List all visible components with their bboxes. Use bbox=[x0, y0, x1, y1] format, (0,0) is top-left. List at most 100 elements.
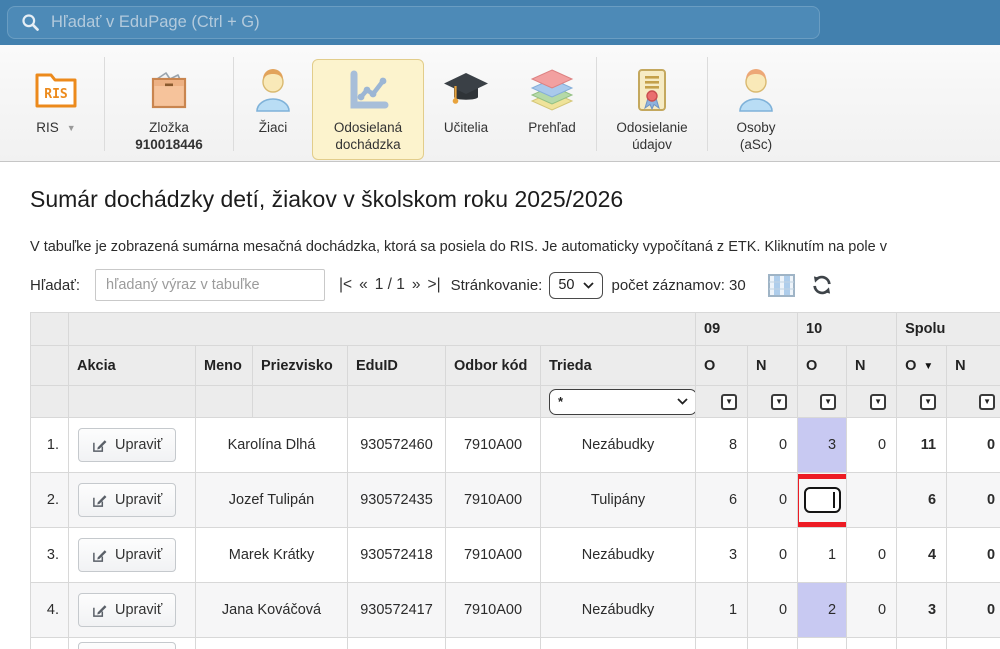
column-header-odbor[interactable]: Odbor kód bbox=[446, 346, 541, 386]
total-cell-o[interactable]: 3 bbox=[897, 583, 947, 638]
column-header-10-n[interactable]: N bbox=[847, 346, 897, 386]
total-cell-o[interactable]: 6 bbox=[897, 473, 947, 528]
toolbar-item-osoby-asc[interactable]: Osoby (aSc) bbox=[708, 59, 804, 160]
refresh-icon[interactable] bbox=[811, 274, 833, 296]
total-cell-o[interactable]: 4 bbox=[897, 528, 947, 583]
toolbar-label-prehlad: Prehľad bbox=[528, 119, 575, 136]
attendance-cell-10-o-editing[interactable] bbox=[798, 473, 847, 528]
attendance-cell-09-n[interactable]: 0 bbox=[748, 583, 798, 638]
filter-button[interactable]: ▼ bbox=[920, 394, 936, 410]
total-cell-n[interactable]: 0 bbox=[947, 528, 1000, 583]
attendance-cell-09-o[interactable]: 1 bbox=[696, 583, 748, 638]
toolbar-label-udajov: údajov bbox=[632, 136, 672, 153]
page-size-value: 50 bbox=[558, 277, 574, 293]
column-header-spolu-n[interactable]: N bbox=[947, 346, 1000, 386]
attendance-cell-09-n[interactable]: 0 bbox=[748, 418, 798, 473]
column-header-meno[interactable]: Meno bbox=[196, 346, 253, 386]
attendance-cell-10-o[interactable]: 2 bbox=[798, 583, 847, 638]
edit-icon bbox=[92, 603, 107, 618]
cell-akcia: Upraviť bbox=[69, 638, 196, 649]
paging-label: Stránkovanie: bbox=[451, 277, 543, 294]
attendance-cell-09-o[interactable]: 3 bbox=[696, 528, 748, 583]
toolbar-item-odosielana-dochadzka[interactable]: Odosielaná dochádzka bbox=[312, 59, 424, 160]
edit-button[interactable]: Upraviť bbox=[78, 642, 176, 649]
attendance-cell-10-o[interactable]: 3 bbox=[798, 418, 847, 473]
page-description: V tabuľke je zobrazená sumárna mesačná d… bbox=[30, 239, 1000, 255]
certificate-icon bbox=[628, 66, 676, 114]
cell-eduid: 930572435 bbox=[348, 473, 446, 528]
column-header-akcia[interactable]: Akcia bbox=[69, 346, 196, 386]
cell-eduid bbox=[348, 638, 446, 649]
cell-name: Marek Krátky bbox=[196, 528, 348, 583]
attendance-cell-10-n[interactable]: 0 bbox=[847, 583, 897, 638]
total-cell-o[interactable]: 11 bbox=[897, 418, 947, 473]
toolbar-item-ucitelia[interactable]: Učitelia bbox=[424, 59, 508, 143]
search-icon bbox=[21, 13, 40, 32]
class-filter-value: * bbox=[558, 394, 563, 409]
edit-button[interactable]: Upraviť bbox=[78, 593, 176, 627]
filter-button[interactable]: ▼ bbox=[870, 394, 886, 410]
toolbar-item-odosielanie-udajov[interactable]: Odosielanie údajov bbox=[597, 59, 707, 160]
edit-button[interactable]: Upraviť bbox=[78, 538, 176, 572]
toolbar-item-zlozka[interactable]: Zložka 910018446 bbox=[105, 59, 233, 160]
attendance-cell-09-o bbox=[696, 638, 748, 649]
attendance-cell-10-o[interactable]: 1 bbox=[798, 528, 847, 583]
class-filter-select[interactable]: * bbox=[549, 389, 696, 415]
cell-akcia: Upraviť bbox=[69, 473, 196, 528]
cell-odbor bbox=[446, 638, 541, 649]
table-search-input[interactable] bbox=[95, 269, 325, 301]
pagination-status: 1 / 1 bbox=[375, 276, 405, 294]
edit-button[interactable]: Upraviť bbox=[78, 428, 176, 462]
attendance-cell-10-n[interactable]: 0 bbox=[847, 528, 897, 583]
page-size-select[interactable]: 50 bbox=[549, 272, 603, 299]
filter-button[interactable]: ▼ bbox=[979, 394, 995, 410]
pagination-last-button[interactable]: >| bbox=[428, 276, 441, 294]
column-header-09-o[interactable]: O bbox=[696, 346, 748, 386]
total-cell-n bbox=[947, 638, 1000, 649]
total-cell-n[interactable]: 0 bbox=[947, 473, 1000, 528]
global-search-bar[interactable] bbox=[7, 6, 820, 39]
column-header-trieda[interactable]: Trieda bbox=[541, 346, 696, 386]
toolbar-label-zlozka: Zložka bbox=[149, 119, 189, 136]
filter-09-o: ▼ bbox=[696, 386, 748, 418]
edit-button[interactable]: Upraviť bbox=[78, 483, 176, 517]
filter-10-o: ▼ bbox=[798, 386, 847, 418]
filter-button[interactable]: ▼ bbox=[820, 394, 836, 410]
group-header-09: 09 bbox=[696, 313, 798, 346]
cell-name: Karolína Dlhá bbox=[196, 418, 348, 473]
column-header-10-o[interactable]: O bbox=[798, 346, 847, 386]
row-number: 4. bbox=[31, 583, 69, 638]
filter-button[interactable]: ▼ bbox=[771, 394, 787, 410]
toolbar-item-ris[interactable]: RIS RIS▼ bbox=[8, 59, 104, 144]
column-settings-icon[interactable] bbox=[768, 274, 795, 297]
attendance-cell-09-o[interactable]: 6 bbox=[696, 473, 748, 528]
filter-triangle-icon: ▼ bbox=[874, 398, 882, 406]
column-header-09-n[interactable]: N bbox=[748, 346, 798, 386]
attendance-cell-09-o[interactable]: 8 bbox=[696, 418, 748, 473]
attendance-cell-10-n[interactable]: 0 bbox=[847, 418, 897, 473]
toolbar-item-ziaci[interactable]: Žiaci bbox=[234, 59, 312, 143]
attendance-cell-10-n[interactable] bbox=[847, 473, 897, 528]
column-header-eduid[interactable]: EduID bbox=[348, 346, 446, 386]
attendance-cell-09-n[interactable]: 0 bbox=[748, 528, 798, 583]
pagination-next-button[interactable]: » bbox=[412, 276, 421, 294]
spolu-o-label: O bbox=[905, 358, 916, 374]
attendance-input[interactable] bbox=[804, 487, 841, 513]
total-cell-n[interactable]: 0 bbox=[947, 418, 1000, 473]
page-title: Sumár dochádzky detí, žiakov v školskom … bbox=[30, 186, 623, 213]
pagination-first-button[interactable]: |< bbox=[339, 276, 352, 294]
cell-trieda bbox=[541, 638, 696, 649]
column-header-spolu-o[interactable]: O▼ bbox=[897, 346, 947, 386]
attendance-cell-09-n[interactable]: 0 bbox=[748, 473, 798, 528]
toolbar-item-prehlad[interactable]: Prehľad bbox=[508, 59, 596, 143]
pagination-prev-button[interactable]: « bbox=[359, 276, 368, 294]
total-cell-n[interactable]: 0 bbox=[947, 583, 1000, 638]
cell-odbor: 7910A00 bbox=[446, 583, 541, 638]
filter-button[interactable]: ▼ bbox=[721, 394, 737, 410]
global-search-input[interactable] bbox=[51, 13, 819, 32]
chevron-down-icon[interactable]: ▼ bbox=[67, 120, 76, 137]
table-row-partial: Upraviť bbox=[31, 638, 1000, 649]
column-header-priezvisko[interactable]: Priezvisko bbox=[253, 346, 348, 386]
cell-trieda: Nezábudky bbox=[541, 528, 696, 583]
filter-odbor bbox=[446, 386, 541, 418]
